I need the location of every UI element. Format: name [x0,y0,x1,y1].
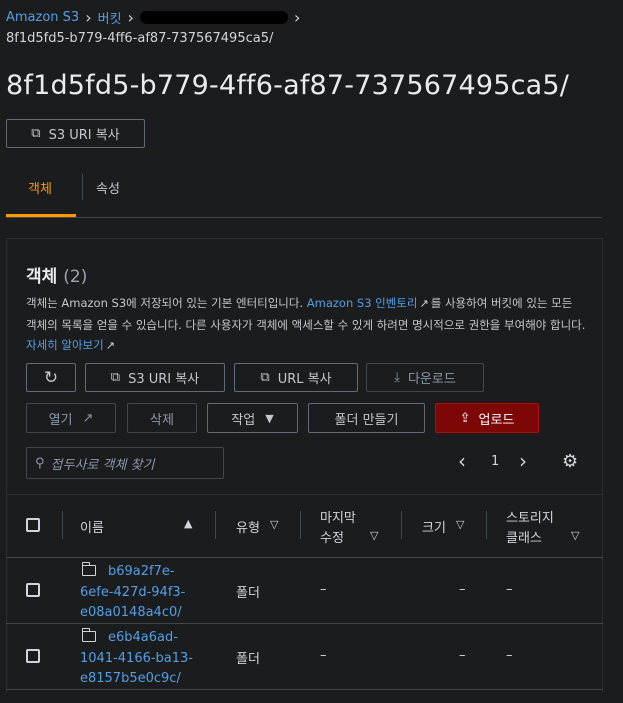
chevron-right-icon: › [293,7,301,27]
upload-icon: ⇪ [459,410,471,426]
object-type: 폴더 [236,586,260,601]
objects-description: 객체는 Amazon S3에 저장되어 있는 기본 엔터티입니다. Amazon… [26,293,586,357]
sort-icon[interactable]: ▽ [270,518,278,531]
object-name-line[interactable]: e8157b5e0c9c/ [80,671,181,686]
copy-url-label: URL 복사 [277,372,332,387]
copy-url-button[interactable]: ⧉ URL 복사 [234,363,358,392]
copy-icon: ⧉ [110,370,121,385]
object-size: – [459,648,466,663]
row-checkbox[interactable] [26,583,40,597]
search-icon: ⚲ [35,455,45,471]
table-row[interactable]: e6b4a6ad- 1041-4166-ba13- e8157b5e0c9c/ … [6,624,603,690]
upload-label: 업로드 [478,412,515,428]
column-storage-class-line2[interactable]: 클래스 [506,527,542,546]
chevron-right-icon: › [85,7,92,27]
description-text-1: 객체는 Amazon S3에 저장되어 있는 기본 엔터티입니다. [26,296,304,310]
object-last-modified: – [320,648,327,663]
external-link-icon: ↗ [105,339,115,352]
breadcrumb-buckets[interactable]: 버킷 [98,8,122,27]
caret-down-icon: ▼ [265,411,274,425]
sort-ascending-icon[interactable]: ▲ [184,517,192,530]
object-name-line[interactable]: e6b4a6ad- [108,630,178,645]
breadcrumb-amazon-s3[interactable]: Amazon S3 [6,10,79,25]
column-name[interactable]: 이름 [80,517,104,536]
row-checkbox[interactable] [26,649,40,663]
next-page-icon[interactable]: › [519,447,527,475]
actions-label: 작업 [231,412,256,428]
object-type: 폴더 [236,652,260,667]
breadcrumb: Amazon S3 › 버킷 › › [6,7,306,27]
upload-button[interactable]: ⇪ 업로드 [435,403,539,433]
folder-icon [81,628,96,642]
object-name-link[interactable]: b69a2f7e- 6efe-427d-94f3- e08a0148a4c0/ [80,562,210,624]
sort-icon[interactable]: ▽ [370,529,378,542]
object-name-line[interactable]: 1041-4166-ba13- [80,651,193,666]
object-size: – [459,582,466,597]
object-last-modified: – [320,582,327,597]
search-input[interactable]: ⚲ 접두사로 객체 찾기 [26,447,224,479]
object-storage-class: – [506,648,513,663]
chevron-right-icon: › [127,7,134,27]
column-divider [62,511,63,539]
column-last-modified-line2[interactable]: 수정 [320,527,344,546]
table-header: 이름 ▲ 유형 ▽ 마지막 수정 ▽ 크기 ▽ 스토리지 클래스 ▽ [6,494,603,558]
copy-icon: ⧉ [260,370,270,385]
tabs: 객체 속성 [6,170,602,218]
object-name-link[interactable]: e6b4a6ad- 1041-4166-ba13- e8157b5e0c9c/ [80,628,210,690]
tab-properties[interactable]: 속성 [96,178,120,197]
active-tab-indicator [6,214,76,217]
external-link-icon: ↗ [82,410,94,426]
page-title: 8f1d5fd5-b779-4ff6-af87-737567495ca5/ [6,70,570,101]
actions-dropdown-button[interactable]: 작업 ▼ [207,403,298,433]
redacted-bucket-name[interactable] [139,10,288,24]
column-type[interactable]: 유형 [236,517,260,536]
object-name-line[interactable]: e08a0148a4c0/ [80,605,182,620]
tab-divider [82,174,83,200]
copy-s3-uri-action-button[interactable]: ⧉ S3 URI 복사 [85,363,225,392]
refresh-icon: ↻ [43,367,59,388]
search-placeholder: 접두사로 객체 찾기 [50,457,155,473]
objects-panel-title: 객체 (2) [26,262,87,287]
create-folder-button[interactable]: 폴더 만들기 [308,403,425,433]
settings-gear-icon[interactable]: ⚙ [562,447,578,475]
create-folder-label: 폴더 만들기 [334,412,399,428]
breadcrumb-current: 8f1d5fd5-b779-4ff6-af87-737567495ca5/ [6,31,274,46]
download-label: 다운로드 [407,372,456,387]
sort-icon[interactable]: ▽ [571,529,579,542]
delete-label: 삭제 [150,412,174,428]
objects-count: (2) [63,267,88,287]
copy-s3-uri-action-label: S3 URI 복사 [128,372,200,387]
open-label: 열기 [48,412,73,428]
folder-icon [81,562,96,576]
sort-icon[interactable]: ▽ [456,518,464,531]
copy-icon: ⧉ [31,126,41,141]
tab-objects[interactable]: 객체 [28,178,52,197]
download-button[interactable]: ⤓ 다운로드 [366,363,484,392]
column-last-modified-line1[interactable]: 마지막 [320,507,356,526]
download-icon: ⤓ [394,370,400,385]
column-divider [215,511,216,539]
copy-s3-uri-label: S3 URI 복사 [48,128,120,143]
object-storage-class: – [506,582,513,597]
object-name-line[interactable]: 6efe-427d-94f3- [80,585,185,600]
table-row[interactable]: b69a2f7e- 6efe-427d-94f3- e08a0148a4c0/ … [6,558,603,624]
object-name-line[interactable]: b69a2f7e- [108,564,175,579]
column-divider [300,511,301,539]
select-all-checkbox[interactable] [26,518,40,532]
column-divider [401,511,402,539]
column-divider [486,511,487,539]
prev-page-icon[interactable]: ‹ [458,447,466,475]
copy-s3-uri-button[interactable]: ⧉ S3 URI 복사 [6,119,145,148]
delete-button[interactable]: 삭제 [127,403,197,433]
refresh-button[interactable]: ↻ [26,363,76,392]
column-storage-class-line1[interactable]: 스토리지 [506,507,554,526]
column-size[interactable]: 크기 [422,517,446,536]
page-number[interactable]: 1 [491,447,499,475]
inventory-link[interactable]: Amazon S3 인벤토리 [307,296,418,310]
learn-more-link[interactable]: 자세히 알아보기 [26,338,104,352]
objects-title-text: 객체 [26,267,58,287]
external-link-icon: ↗ [419,297,429,310]
open-button[interactable]: 열기 ↗ [26,403,116,433]
